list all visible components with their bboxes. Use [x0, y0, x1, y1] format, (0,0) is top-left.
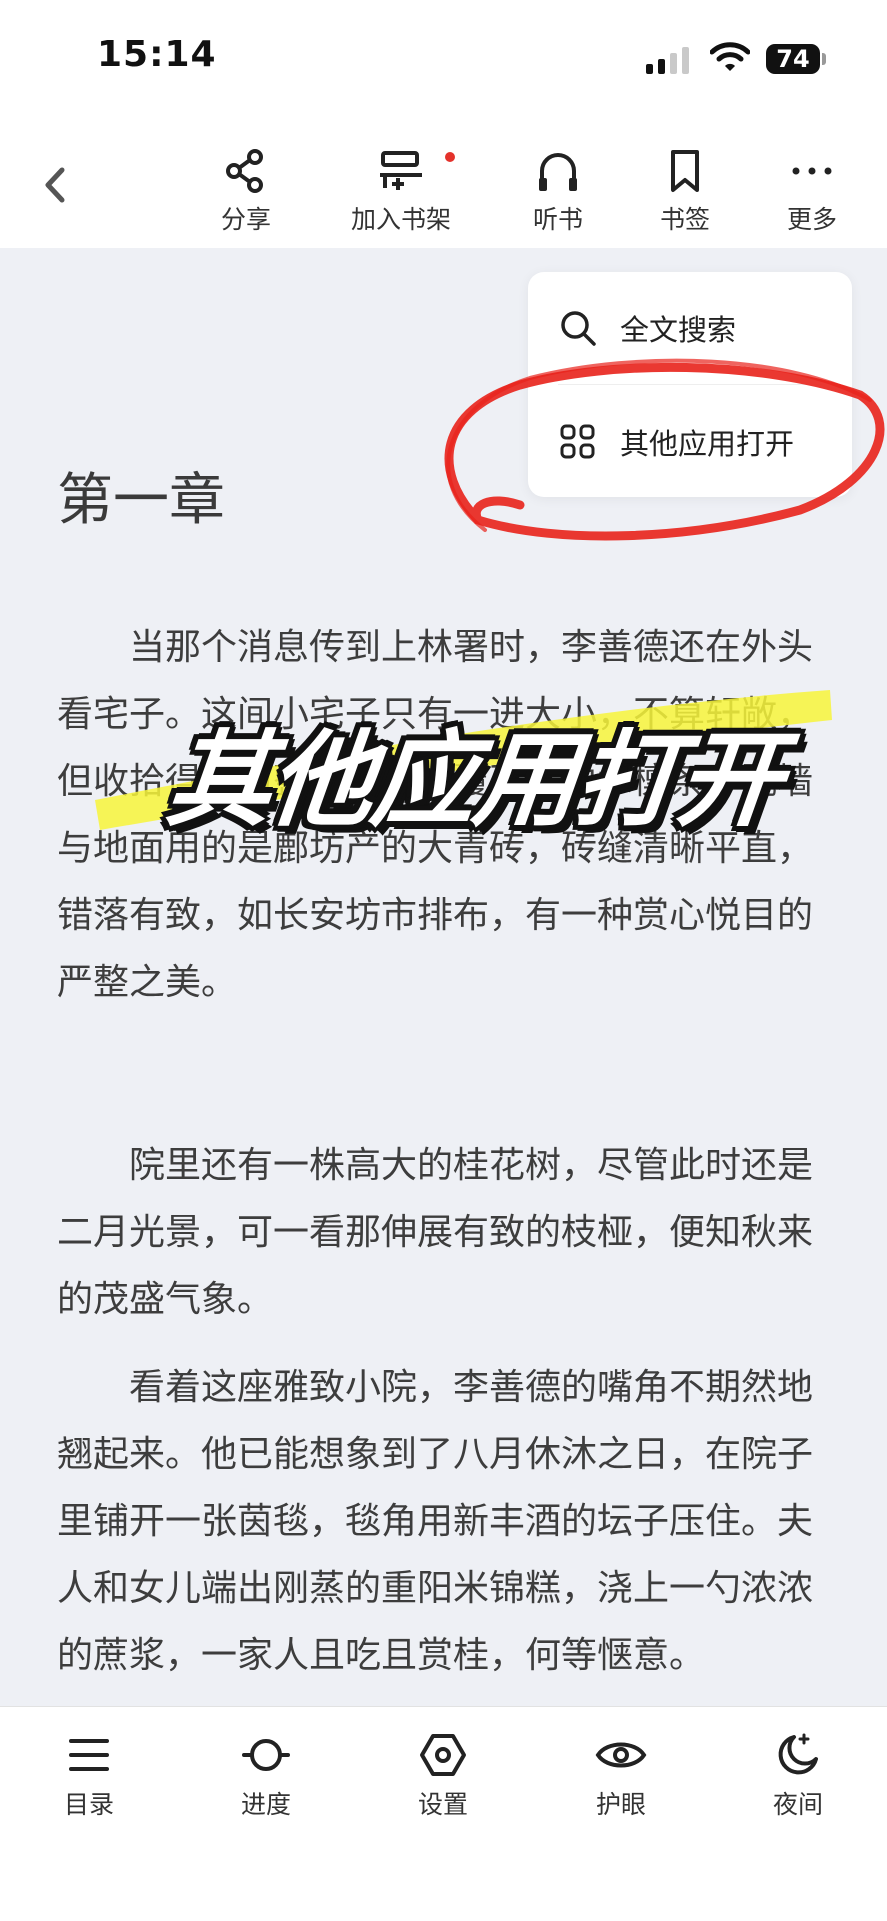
- nav-progress[interactable]: 进度: [206, 1731, 326, 1821]
- night-mode-icon: [778, 1733, 818, 1775]
- paragraph-text: 看着这座雅致小院，李善德的嘴角不期然地翘起来。他已能想象到了八月休沐之日，在院子…: [57, 1367, 814, 1676]
- more-dropdown-menu: 全文搜索 其他应用打开: [528, 272, 852, 497]
- menu-list-icon: [69, 1739, 109, 1771]
- menu-divider: [558, 384, 822, 385]
- nav-progress-label: 进度: [240, 1790, 291, 1819]
- menu-item-label: 全文搜索: [620, 313, 737, 347]
- more-label: 更多: [786, 205, 837, 234]
- settings-hexagon-icon: [420, 1734, 466, 1776]
- nav-eye-care-label: 护眼: [595, 1790, 646, 1819]
- add-to-shelf-icon: [380, 151, 422, 190]
- wifi-icon: [710, 42, 750, 71]
- notification-dot: [445, 152, 455, 162]
- chapter-title: 第一章: [57, 468, 225, 533]
- paragraph-2: 院里还有一株高大的桂花树，尽管此时还是二月光景，可一看那伸展有致的枝桠，便知秋来…: [57, 1132, 829, 1333]
- bookmark-icon: [671, 150, 699, 192]
- menu-item-open-in-other-app[interactable]: 其他应用打开: [558, 412, 794, 472]
- nav-night-mode-label: 夜间: [772, 1790, 823, 1819]
- bottom-nav: 目录 进度 设置 护眼 夜间: [0, 1706, 887, 1921]
- add-to-shelf-label: 加入书架: [350, 205, 451, 234]
- bookmark-button[interactable]: 书签: [625, 148, 745, 236]
- search-icon: [561, 311, 596, 346]
- paragraph-text: 院里还有一株高大的桂花树，尽管此时还是二月光景，可一看那伸展有致的枝桠，便知秋来…: [57, 1145, 814, 1320]
- share-button[interactable]: 分享: [186, 148, 306, 236]
- overlay-caption: 其他应用打开: [161, 719, 787, 841]
- battery-indicator: 74: [766, 44, 820, 74]
- status-time: 15:14: [97, 34, 217, 75]
- nav-night-mode[interactable]: 夜间: [738, 1731, 858, 1821]
- headphones-icon: [539, 153, 577, 191]
- paragraph-3: 看着这座雅致小院，李善德的嘴角不期然地翘起来。他已能想象到了八月休沐之日，在院子…: [57, 1354, 829, 1689]
- menu-item-label: 其他应用打开: [620, 427, 795, 461]
- menu-item-full-text-search[interactable]: 全文搜索: [558, 298, 736, 358]
- reader-toolbar: 分享 加入书架 听书 书签 更多: [0, 120, 887, 248]
- share-label: 分享: [220, 205, 271, 234]
- more-icon: [792, 167, 832, 175]
- nav-settings-label: 设置: [417, 1790, 468, 1819]
- listen-button[interactable]: 听书: [498, 148, 618, 236]
- chevron-left-icon[interactable]: [36, 160, 76, 210]
- progress-icon: [242, 1739, 290, 1771]
- nav-catalog[interactable]: 目录: [29, 1731, 149, 1821]
- status-bar: 15:14 74: [0, 0, 887, 120]
- bookmark-label: 书签: [659, 205, 710, 234]
- battery-tip: [822, 53, 826, 65]
- cellular-signal-icon: [646, 46, 692, 74]
- nav-eye-care[interactable]: 护眼: [561, 1731, 681, 1821]
- more-button[interactable]: 更多: [752, 148, 872, 236]
- share-icon: [226, 149, 263, 193]
- apps-grid-icon: [560, 424, 595, 459]
- listen-label: 听书: [532, 205, 583, 234]
- add-to-shelf-button[interactable]: 加入书架: [341, 148, 461, 236]
- nav-catalog-label: 目录: [63, 1790, 114, 1819]
- nav-settings[interactable]: 设置: [383, 1731, 503, 1821]
- eye-icon: [595, 1742, 647, 1768]
